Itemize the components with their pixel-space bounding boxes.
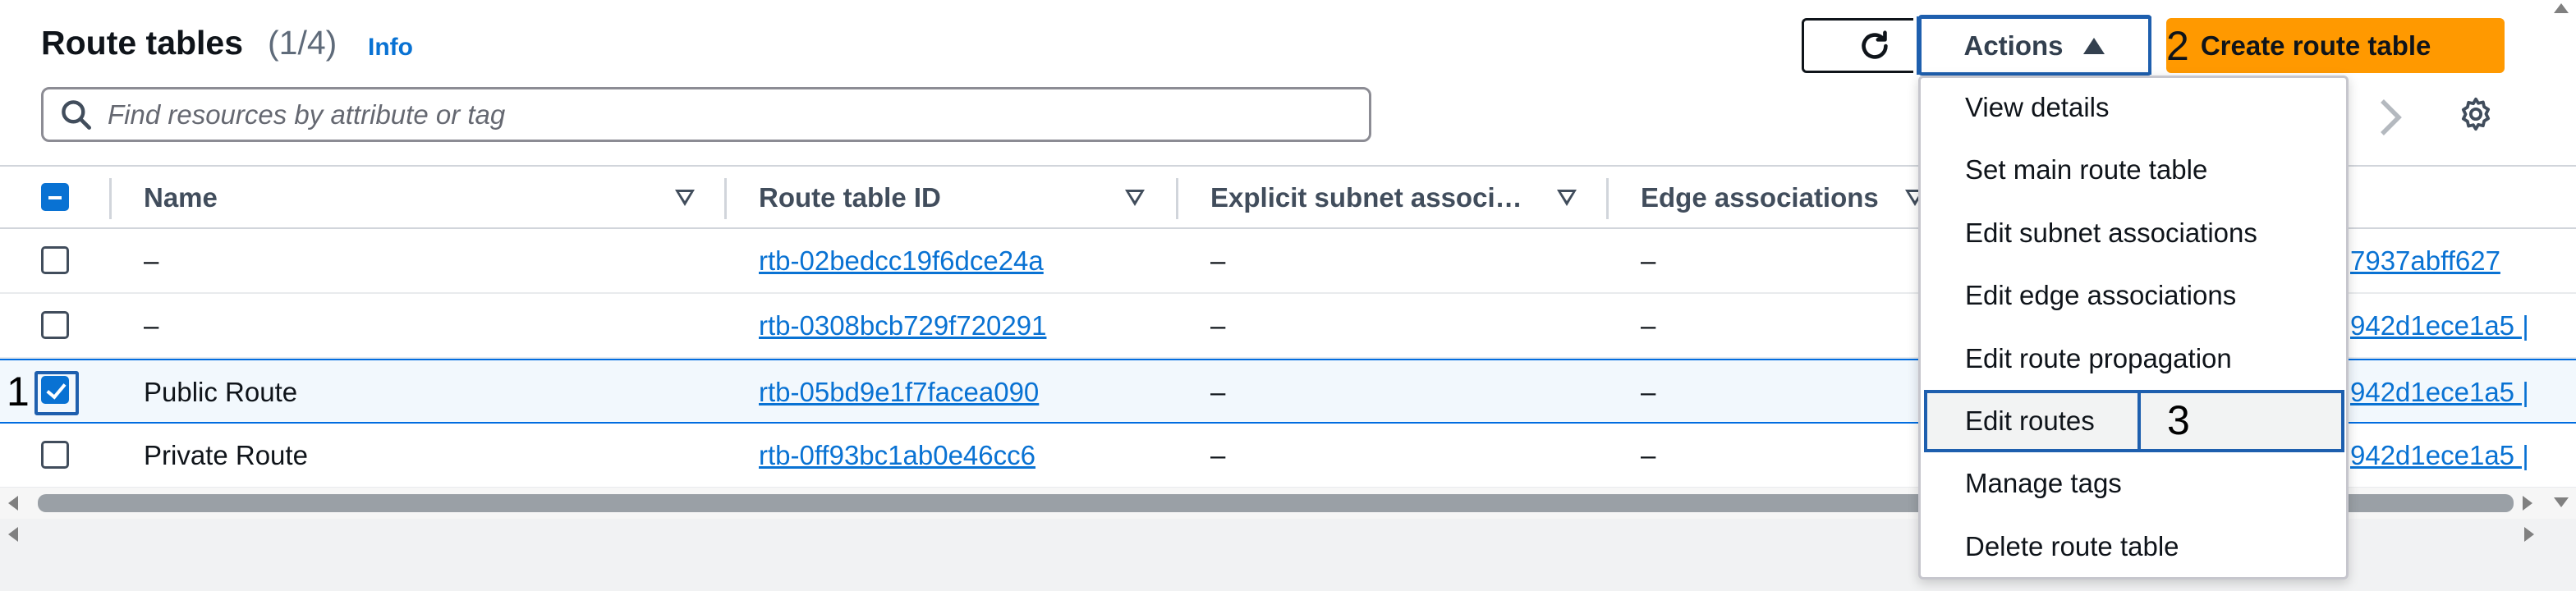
preferences-button[interactable]	[2457, 95, 2495, 137]
selection-count: (1/4)	[268, 24, 337, 62]
scroll-down-arrow-icon[interactable]	[2554, 497, 2569, 507]
sort-icon[interactable]	[675, 190, 695, 206]
scroll-right-arrow-icon[interactable]	[2523, 496, 2532, 511]
menu-item-delete-route-table[interactable]: Delete route table	[1965, 530, 2179, 563]
cell-subnet: –	[1210, 376, 1226, 407]
column-header-name[interactable]: Name	[144, 167, 218, 229]
select-all-checkbox[interactable]	[41, 183, 69, 211]
menu-item-view-details[interactable]: View details	[1965, 91, 2110, 124]
column-header-edge-associations[interactable]: Edge associations	[1641, 167, 1879, 229]
cell-edge: –	[1641, 309, 1656, 341]
search-input[interactable]	[108, 98, 1339, 131]
cell-trailing-link[interactable]: 942d1ece1a5 |	[2350, 424, 2529, 487]
search-icon	[62, 99, 91, 130]
actions-dropdown-button[interactable]: Actions	[1913, 13, 2155, 78]
menu-item-edit-edge-associations[interactable]: Edit edge associations	[1965, 279, 2236, 312]
scroll-left-arrow-icon[interactable]	[8, 527, 18, 542]
row-checkbox[interactable]	[41, 311, 69, 339]
sort-icon[interactable]	[1125, 190, 1145, 206]
annotation-step-3: 3	[2167, 397, 2190, 443]
actions-label: Actions	[1963, 30, 2064, 61]
cell-edge: –	[1641, 376, 1656, 407]
pagination-next-button[interactable]	[2378, 97, 2403, 142]
cell-name: Public Route	[144, 376, 298, 407]
scroll-up-arrow-icon[interactable]	[2554, 3, 2569, 13]
menu-item-manage-tags[interactable]: Manage tags	[1965, 467, 2122, 500]
route-table-id-link[interactable]: rtb-0ff93bc1ab0e46cc6	[759, 424, 1035, 487]
cell-name: –	[144, 309, 159, 341]
cell-name: –	[144, 245, 159, 276]
row-checkbox[interactable]	[41, 441, 69, 469]
menu-item-edit-subnet-associations[interactable]: Edit subnet associations	[1965, 217, 2257, 250]
route-table-id-link[interactable]: rtb-0308bcb729f720291	[759, 294, 1046, 357]
gear-icon	[2461, 97, 2491, 131]
caret-up-icon	[2082, 37, 2105, 54]
column-header-explicit-subnet[interactable]: Explicit subnet associ…	[1210, 167, 1522, 229]
create-route-table-button[interactable]: 2 Create route table	[2166, 18, 2505, 73]
cell-trailing-link[interactable]: 942d1ece1a5 |	[2350, 360, 2529, 424]
cell-subnet: –	[1210, 245, 1226, 276]
cell-edge: –	[1641, 245, 1656, 276]
search-bar[interactable]	[41, 87, 1371, 142]
cell-trailing-link[interactable]: 942d1ece1a5 |	[2350, 294, 2529, 357]
route-table-id-link[interactable]: rtb-02bedcc19f6dce24a	[759, 229, 1044, 292]
cell-trailing-link[interactable]: 7937abff627	[2350, 229, 2500, 292]
refresh-icon	[1862, 30, 1888, 59]
cell-name: Private Route	[144, 439, 308, 470]
cell-subnet: –	[1210, 309, 1226, 341]
annotation-step-2: 2	[2166, 22, 2189, 69]
scroll-right-arrow-icon[interactable]	[2524, 527, 2534, 542]
page-title: Route tables	[41, 24, 244, 62]
menu-item-edit-routes[interactable]: Edit routes	[1965, 405, 2095, 438]
menu-item-set-main-route-table[interactable]: Set main route table	[1965, 153, 2207, 186]
cell-subnet: –	[1210, 439, 1226, 470]
sort-icon[interactable]	[1557, 190, 1577, 206]
cell-edge: –	[1641, 439, 1656, 470]
create-route-table-label: Create route table	[2200, 30, 2431, 61]
column-header-route-table-id[interactable]: Route table ID	[759, 167, 941, 229]
menu-item-edit-route-propagation[interactable]: Edit route propagation	[1965, 342, 2232, 375]
route-table-id-link[interactable]: rtb-05bd9e1f7facea090	[759, 360, 1039, 424]
annotation-box-checkbox	[34, 371, 79, 415]
chevron-right-icon	[2381, 99, 2402, 135]
scroll-left-arrow-icon[interactable]	[8, 496, 18, 511]
annotation-step-1: 1	[7, 369, 30, 415]
info-link[interactable]: Info	[368, 31, 413, 64]
actions-menu: View details Set main route table Edit s…	[1918, 76, 2349, 580]
row-checkbox[interactable]	[41, 246, 69, 274]
